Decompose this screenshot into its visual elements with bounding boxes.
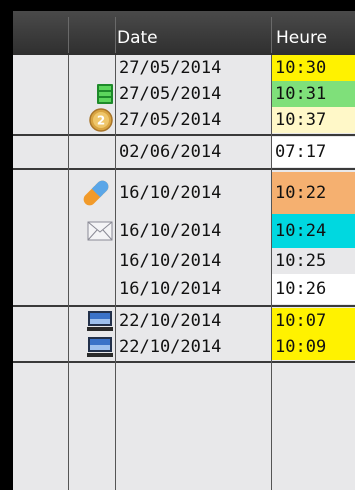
- svg-text:2: 2: [97, 114, 105, 128]
- header-separator: [271, 17, 272, 53]
- date-cell: 22/10/2014: [116, 334, 274, 360]
- pill-icon: [79, 176, 113, 210]
- monitor-icon: [87, 310, 113, 332]
- heure-cell: 10:31: [272, 81, 355, 107]
- header-separator: [115, 17, 116, 53]
- row-icon-cell: [69, 137, 115, 167]
- heure-cell: 10:22: [272, 172, 355, 214]
- column-divider: [271, 55, 272, 490]
- date-cell: 22/10/2014: [116, 308, 274, 334]
- row-marker-cell: [13, 274, 68, 304]
- table-row[interactable]: 2 27/05/2014 10:37: [13, 107, 355, 133]
- gold-coin-2-icon: 2: [89, 108, 113, 132]
- table-row[interactable]: 22/10/2014 10:09: [13, 334, 355, 360]
- group-divider: [13, 305, 355, 307]
- table-row[interactable]: 16/10/2014 10:25: [13, 248, 355, 274]
- heure-column-header[interactable]: Heure: [276, 11, 327, 55]
- heure-cell: 10:26: [272, 274, 355, 304]
- date-column-header[interactable]: Date: [117, 11, 158, 55]
- table-row[interactable]: 16/10/2014 10:22: [13, 172, 355, 214]
- date-cell: 02/06/2014: [116, 137, 274, 167]
- monitor-icon: [87, 336, 113, 358]
- table-row[interactable]: 27/05/2014 10:31: [13, 81, 355, 107]
- row-marker-cell: [13, 81, 68, 107]
- heure-cell: 10:09: [272, 334, 355, 360]
- row-icon-cell: [69, 334, 115, 360]
- heure-cell: 10:30: [272, 55, 355, 81]
- row-icon-cell: 2: [69, 107, 115, 133]
- row-icon-cell: [69, 274, 115, 304]
- date-cell: 16/10/2014: [116, 214, 274, 248]
- row-marker-cell: [13, 248, 68, 274]
- row-icon-cell: [69, 248, 115, 274]
- header-separator: [68, 17, 69, 53]
- table-row[interactable]: 16/10/2014 10:26: [13, 274, 355, 304]
- heure-cell: 07:17: [272, 137, 355, 167]
- group-divider: [13, 168, 355, 170]
- group-divider: [13, 361, 355, 363]
- table-row[interactable]: 02/06/2014 07:17: [13, 137, 355, 167]
- row-marker-cell: [13, 334, 68, 360]
- date-cell: 16/10/2014: [116, 274, 274, 304]
- row-marker-cell: [13, 55, 68, 81]
- row-icon-cell: [69, 55, 115, 81]
- date-cell: 27/05/2014: [116, 55, 274, 81]
- row-icon-cell: [69, 172, 115, 214]
- envelope-icon: [87, 221, 113, 241]
- row-marker-cell: [13, 107, 68, 133]
- row-icon-cell: [69, 81, 115, 107]
- heure-cell: 10:07: [272, 308, 355, 334]
- date-cell: 27/05/2014: [116, 107, 274, 133]
- row-marker-cell: [13, 172, 68, 214]
- row-icon-cell: [69, 214, 115, 248]
- appointments-table: Date Heure 27/05/2014 10:30 27/05/2014 10:3…: [13, 11, 355, 490]
- table-row[interactable]: 27/05/2014 10:30: [13, 55, 355, 81]
- column-divider: [68, 55, 69, 490]
- column-divider: [115, 55, 116, 490]
- date-cell: 16/10/2014: [116, 248, 274, 274]
- table-row[interactable]: 16/10/2014 10:24: [13, 214, 355, 248]
- heure-cell: 10:24: [272, 214, 355, 248]
- row-marker-cell: [13, 137, 68, 167]
- table-header: Date Heure: [13, 11, 355, 55]
- row-marker-cell: [13, 214, 68, 248]
- table-row[interactable]: 22/10/2014 10:07: [13, 308, 355, 334]
- date-cell: 16/10/2014: [116, 172, 274, 214]
- heure-cell: 10:25: [272, 248, 355, 274]
- date-cell: 27/05/2014: [116, 81, 274, 107]
- group-divider: [13, 134, 355, 136]
- green-list-icon: [97, 84, 113, 104]
- row-marker-cell: [13, 308, 68, 334]
- heure-cell: 10:37: [272, 107, 355, 133]
- row-icon-cell: [69, 308, 115, 334]
